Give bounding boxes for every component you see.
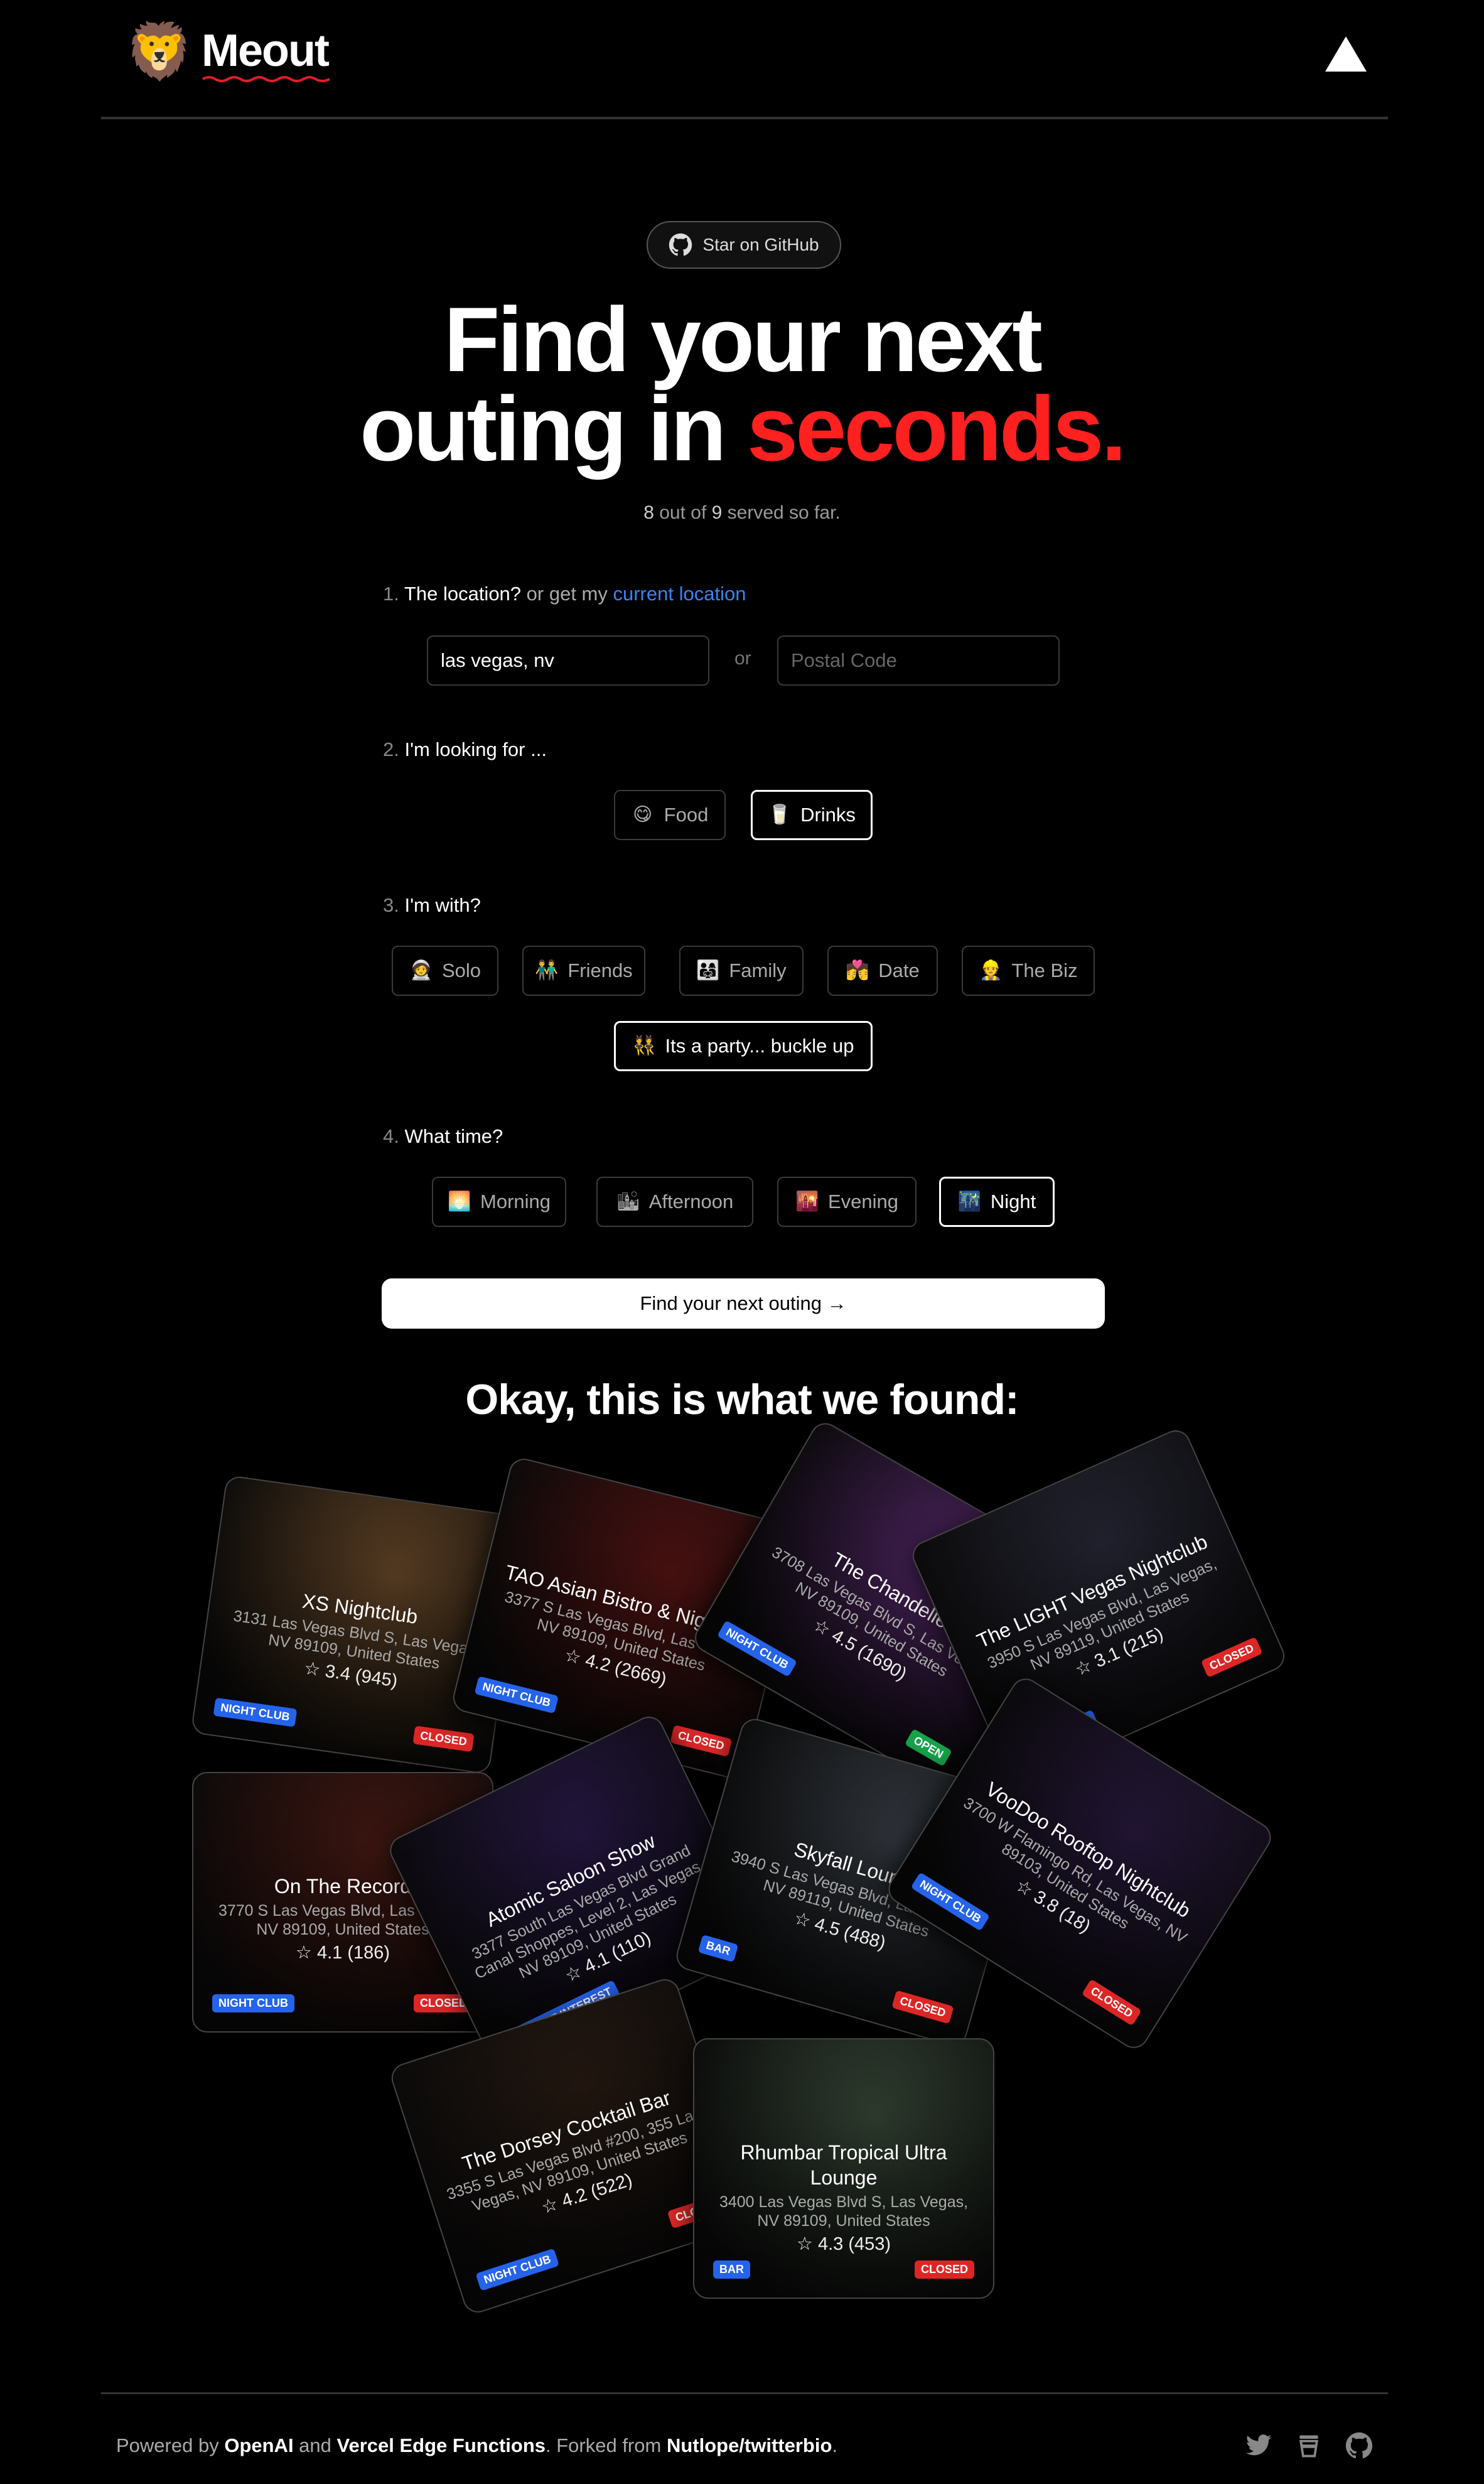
option-evening[interactable]: 🌇 Evening	[777, 1177, 917, 1227]
results-title: Okay, this is what we found:	[465, 1376, 1019, 1423]
twitter-icon[interactable]	[1245, 2432, 1272, 2460]
current-location-link[interactable]: current location	[613, 583, 746, 605]
lion-face-icon[interactable]: 🦁	[125, 20, 194, 83]
postal-code-input[interactable]	[777, 635, 1060, 686]
option-label: Afternoon	[648, 1191, 734, 1212]
served-count: 8	[643, 502, 654, 523]
served-counter: 8 out of 9 served so far.	[0, 502, 1484, 524]
option-label: Solo	[441, 959, 481, 981]
sunrise-icon: 🌅	[448, 1191, 471, 1212]
option-label: Family	[729, 959, 787, 981]
brand-name[interactable]: Meout	[202, 23, 330, 79]
option-food[interactable]: 😋 Food	[614, 790, 726, 840]
option-label: The Biz	[1011, 959, 1078, 981]
option-label: Evening	[827, 1191, 899, 1212]
footer-social	[1245, 2432, 1373, 2460]
openai-link[interactable]: OpenAI	[224, 2434, 293, 2456]
category-badge: NIGHT CLUB	[212, 1994, 294, 2012]
served-total: 9	[711, 502, 723, 523]
category-badge: BAR	[713, 2260, 750, 2279]
github-icon[interactable]	[1345, 2432, 1373, 2460]
github-icon	[669, 233, 692, 256]
construction-worker-icon: 👷	[979, 959, 1003, 981]
star-on-github-button[interactable]: Star on GitHub	[647, 221, 841, 269]
step-1-muted: or get my	[521, 583, 613, 605]
vercel-link[interactable]: Vercel Edge Functions	[337, 2434, 546, 2456]
option-night[interactable]: 🌃 Night	[939, 1177, 1055, 1227]
step-2-label: 2. I'm looking for ...	[383, 738, 547, 761]
vercel-triangle-icon[interactable]	[1325, 36, 1367, 72]
repo-link[interactable]: Nutlope/twitterbio	[667, 2434, 832, 2456]
option-label: Friends	[567, 959, 633, 981]
option-label: Date	[878, 959, 920, 981]
option-friends[interactable]: 👬 Friends	[522, 946, 645, 996]
step-1-number: 1.	[383, 583, 399, 605]
star-on-github-label: Star on GitHub	[702, 235, 819, 254]
result-rating: ☆ 4.3 (453)	[796, 2234, 891, 2254]
option-label: Its a party... buckle up	[665, 1035, 854, 1057]
result-card[interactable]: Rhumbar Tropical Ultra Lounge 3400 Las Ve…	[693, 2038, 994, 2299]
footer-forked: . Forked from	[546, 2434, 667, 2456]
cityscape-icon: 🏙	[616, 1191, 640, 1212]
footer-and: and	[293, 2434, 337, 2456]
result-card-body: Rhumbar Tropical Ultra Lounge 3400 Las Ve…	[694, 2039, 993, 2298]
site-footer: Powered by OpenAI and Vercel Edge Functi…	[101, 2392, 1388, 2484]
step-3-label: 3. I'm with?	[383, 894, 481, 917]
hero-line-2-plain: outing in	[360, 377, 747, 480]
yum-face-icon: 😋	[633, 804, 653, 826]
option-label: Drinks	[800, 804, 856, 826]
find-outing-button[interactable]: Find your next outing →	[382, 1278, 1105, 1329]
night-city-icon: 🌃	[957, 1191, 982, 1212]
option-date[interactable]: 💏 Date	[827, 946, 938, 996]
or-separator: or	[734, 648, 751, 669]
served-suffix: served so far.	[722, 502, 841, 523]
option-label: Morning	[480, 1191, 551, 1212]
step-3-question: I'm with?	[404, 894, 481, 916]
hero-line-2: outing in seconds.	[0, 383, 1484, 475]
astronaut-icon: 🧑‍🚀	[409, 959, 433, 981]
step-3-number: 3.	[383, 894, 399, 916]
drink-glass-icon: 🥛	[768, 804, 792, 826]
hero-line-1: Find your next	[444, 288, 1043, 391]
option-drinks[interactable]: 🥛 Drinks	[751, 790, 873, 840]
site-header: 🦁 Meout	[101, 0, 1388, 119]
coffee-cup-icon[interactable]	[1295, 2432, 1323, 2460]
sunset-city-icon: 🌇	[795, 1191, 819, 1212]
option-family[interactable]: 👨‍👩‍👧 Family	[679, 946, 804, 996]
step-2-number: 2.	[383, 738, 399, 760]
option-morning[interactable]: 🌅 Morning	[432, 1177, 566, 1227]
option-label: Night	[990, 1191, 1036, 1212]
option-label: Food	[664, 804, 709, 826]
option-afternoon[interactable]: 🏙 Afternoon	[596, 1177, 753, 1227]
step-2-question: I'm looking for ...	[404, 738, 547, 760]
location-input[interactable]	[427, 635, 709, 686]
option-party[interactable]: 👯 Its a party... buckle up	[614, 1021, 873, 1071]
footer-credits: Powered by OpenAI and Vercel Edge Functi…	[116, 2434, 837, 2457]
footer-powered: Powered by	[116, 2434, 225, 2456]
step-1-question: The location?	[404, 583, 522, 605]
step-4-number: 4.	[383, 1125, 399, 1147]
step-4-question: What time?	[404, 1125, 503, 1147]
status-badge: CLOSED	[914, 2260, 974, 2279]
footer-end: .	[832, 2434, 838, 2456]
step-1-label: 1. The location? or get my current locat…	[383, 583, 746, 605]
result-name: Rhumbar Tropical Ultra Lounge	[740, 2141, 947, 2189]
hero-accent-word: seconds.	[746, 377, 1127, 480]
hero-title: Find your next outing in seconds.	[0, 288, 1484, 475]
result-address: 3400 Las Vegas Blvd S, Las Vegas, NV 891…	[719, 2193, 969, 2230]
dancers-icon: 👯	[632, 1035, 656, 1057]
option-solo[interactable]: 🧑‍🚀 Solo	[392, 946, 498, 996]
step-4-label: 4. What time?	[383, 1125, 503, 1148]
brand-underline	[202, 76, 330, 82]
two-men-icon: 👬	[535, 959, 559, 981]
family-icon: 👨‍👩‍👧	[696, 959, 720, 981]
option-the-biz[interactable]: 👷 The Biz	[962, 946, 1095, 996]
kiss-icon: 💏	[846, 959, 869, 981]
served-mid: out of	[653, 502, 712, 523]
